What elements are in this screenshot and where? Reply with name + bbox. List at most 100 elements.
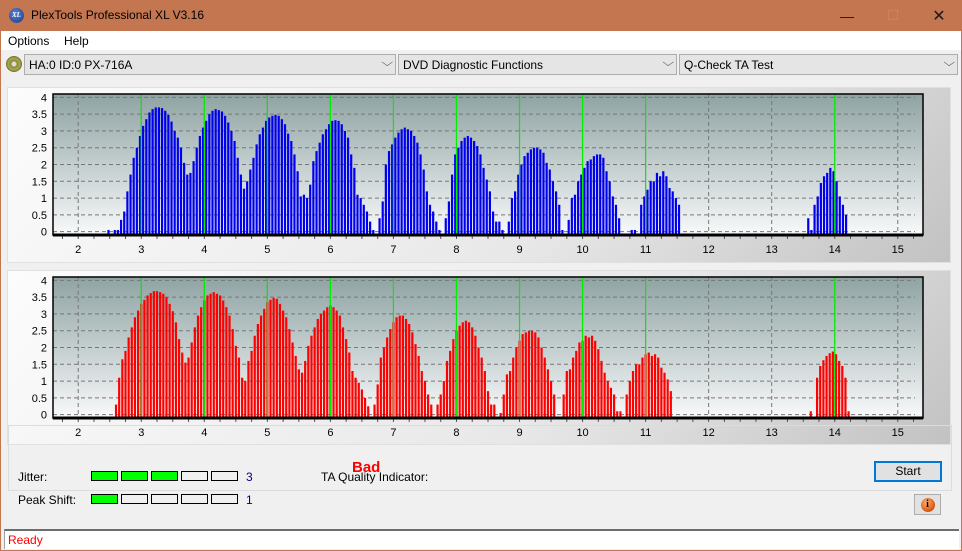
chart-bar bbox=[196, 315, 200, 418]
chart-bar bbox=[367, 406, 370, 418]
info-button[interactable]: i bbox=[914, 494, 941, 515]
chart-bar bbox=[529, 149, 532, 235]
chart-bar bbox=[222, 300, 225, 418]
menu-help[interactable]: Help bbox=[64, 34, 89, 48]
chart-bar bbox=[666, 379, 669, 418]
chart-bar bbox=[132, 157, 135, 235]
chart-bar bbox=[310, 335, 313, 418]
chart-bar bbox=[527, 330, 531, 418]
chart-bar bbox=[565, 371, 568, 418]
chart-bar bbox=[450, 174, 454, 235]
chart-bar bbox=[346, 137, 350, 235]
x-tick-label: 15 bbox=[892, 244, 904, 256]
chart-bar bbox=[290, 141, 293, 235]
chart-bar bbox=[283, 124, 287, 235]
chart-bar bbox=[628, 381, 631, 418]
chart-bar bbox=[650, 355, 654, 418]
chart-bar bbox=[816, 196, 819, 235]
chart-bar bbox=[442, 381, 445, 418]
chart-bar bbox=[608, 181, 611, 235]
chart-bar bbox=[369, 221, 372, 235]
close-button[interactable]: ✕ bbox=[916, 0, 962, 31]
chevron-down-icon: ⌵ bbox=[661, 57, 674, 69]
chart-bar bbox=[638, 364, 641, 418]
chart-bar bbox=[829, 167, 832, 235]
start-button[interactable]: Start bbox=[874, 461, 942, 482]
chart-bar bbox=[316, 318, 319, 418]
chart-bar bbox=[474, 335, 477, 418]
chart-bar bbox=[464, 320, 468, 418]
chart-bar bbox=[121, 359, 124, 418]
chart-bar bbox=[297, 369, 300, 418]
chart-bar bbox=[351, 371, 354, 418]
y-tick-label: 2 bbox=[41, 160, 47, 172]
chart-bar bbox=[359, 198, 362, 235]
jitter-meter-segment bbox=[91, 471, 118, 481]
x-tick-label: 12 bbox=[703, 244, 715, 256]
chart-bar bbox=[363, 397, 367, 418]
toolbar: HA:0 ID:0 PX-716A ⌵ DVD Diagnostic Funct… bbox=[1, 50, 961, 79]
chart-bar bbox=[488, 191, 491, 235]
chart-bar bbox=[551, 181, 555, 235]
chart-bar bbox=[495, 221, 498, 235]
y-tick-label: 3 bbox=[41, 309, 47, 321]
chart-bar bbox=[589, 159, 592, 235]
chart-bar bbox=[491, 211, 495, 235]
chart-bar bbox=[436, 404, 439, 418]
chart-bar bbox=[572, 357, 575, 418]
chart-bar bbox=[362, 204, 365, 235]
chart-bar bbox=[249, 169, 252, 235]
chart-bar bbox=[669, 391, 672, 418]
chart-bar bbox=[414, 344, 417, 418]
chart-bar bbox=[378, 218, 381, 235]
chart-bar bbox=[157, 107, 161, 235]
chart-bar bbox=[507, 221, 510, 235]
chart-bar bbox=[142, 125, 145, 235]
chart-bar bbox=[422, 169, 425, 235]
chart-bar bbox=[129, 174, 132, 235]
disc-drive-icon bbox=[6, 56, 22, 72]
drive-select[interactable]: HA:0 ID:0 PX-716A ⌵ bbox=[24, 54, 396, 75]
chart-bar bbox=[573, 194, 577, 235]
chart-bar bbox=[162, 293, 165, 418]
chart-bar bbox=[218, 295, 222, 418]
chart-bar bbox=[255, 144, 258, 235]
chart-bar bbox=[246, 181, 249, 235]
chart-bar bbox=[165, 297, 168, 418]
menu-options[interactable]: Options bbox=[8, 34, 49, 48]
chart-bar bbox=[458, 325, 461, 418]
peak-shift-meter-segment bbox=[121, 494, 148, 504]
chart-bar bbox=[540, 347, 543, 418]
jitter-meter bbox=[91, 471, 238, 481]
chart-bar bbox=[611, 196, 614, 235]
function-select[interactable]: DVD Diagnostic Functions ⌵ bbox=[398, 54, 677, 75]
chart-bar bbox=[577, 181, 580, 235]
chart-bar bbox=[357, 382, 360, 418]
chart-bar bbox=[657, 357, 660, 418]
y-tick-label: 3.5 bbox=[32, 292, 47, 304]
chart-bar bbox=[350, 154, 353, 235]
test-select[interactable]: Q-Check TA Test ⌵ bbox=[679, 54, 958, 75]
chart-bar bbox=[212, 292, 215, 418]
chart-bar bbox=[237, 357, 241, 418]
chart-bar bbox=[302, 194, 306, 235]
chart-bar bbox=[575, 350, 578, 418]
maximize-button[interactable]: ☐ bbox=[870, 0, 916, 31]
chart-bar bbox=[119, 219, 123, 235]
x-tick-label: 13 bbox=[766, 244, 778, 256]
minimize-button[interactable]: — bbox=[824, 0, 870, 31]
chart-bar bbox=[160, 108, 164, 235]
chart-bar bbox=[187, 357, 190, 418]
chart-bar bbox=[206, 295, 209, 418]
chart-bar bbox=[186, 174, 189, 235]
chart-bar bbox=[584, 335, 587, 418]
chart-bar bbox=[348, 352, 351, 418]
chart-bar bbox=[549, 381, 553, 418]
chart-bar bbox=[271, 115, 274, 235]
chart-bar bbox=[498, 221, 501, 235]
chart-bar bbox=[674, 198, 677, 235]
chart-bar bbox=[409, 130, 413, 235]
chart-bar bbox=[826, 172, 829, 235]
chart-bar bbox=[631, 371, 635, 418]
chart-bar bbox=[435, 221, 438, 235]
